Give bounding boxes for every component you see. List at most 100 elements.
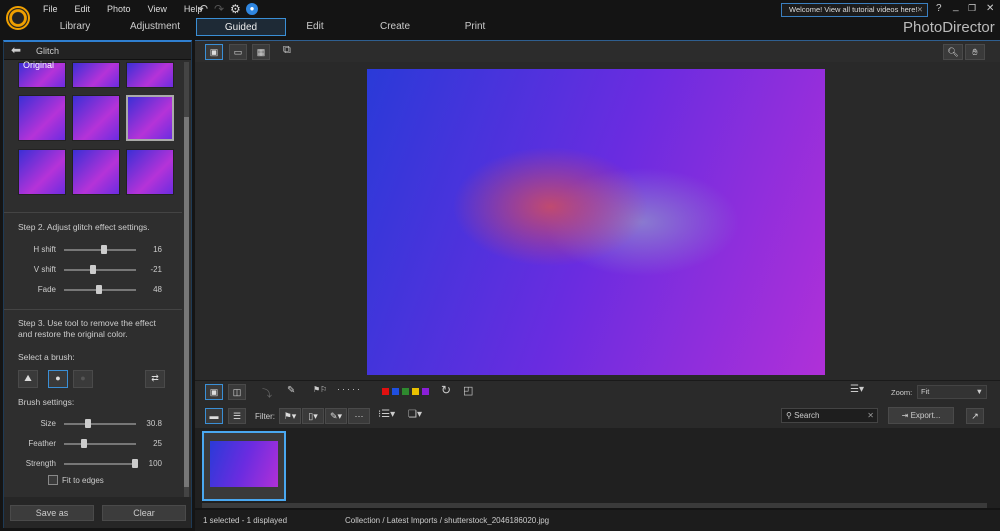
export-icon: ⇥ [901, 411, 909, 420]
list-view-button[interactable]: ☰ [228, 408, 246, 424]
crop-icon[interactable]: ◰ [463, 384, 473, 397]
preset-thumb[interactable] [126, 149, 174, 195]
effect-slider[interactable] [64, 265, 136, 274]
photo[interactable] [367, 69, 825, 375]
screen-mode-icon[interactable]: ⧉ [283, 44, 291, 57]
menu-view[interactable]: View [148, 4, 167, 14]
fit-edges-checkbox[interactable] [48, 475, 58, 485]
filter-edit-button[interactable]: ✎▾ [325, 408, 347, 424]
search-input[interactable]: ⚲ Search ✕ [781, 408, 878, 423]
close-icon[interactable]: ✕ [917, 4, 923, 16]
share-button[interactable]: ↗ [966, 408, 984, 424]
single-display-button[interactable]: ▣ [205, 384, 223, 400]
scrollbar[interactable] [184, 62, 189, 502]
clear-search-icon[interactable]: ✕ [867, 409, 874, 422]
stack-icon[interactable]: ❏▾ [408, 409, 422, 420]
filter-type-button[interactable]: ▯▾ [302, 408, 324, 424]
sort-order-icon[interactable]: ⁝☰▾ [378, 409, 395, 420]
rotate-icon[interactable]: ↻ [441, 383, 451, 397]
filmstrip-view-button[interactable]: ▬ [205, 408, 223, 424]
color-label-green[interactable] [402, 388, 409, 395]
rating-stars[interactable]: ····· [337, 384, 362, 394]
redo-icon[interactable]: ↷ [214, 2, 224, 16]
eraser-brush-button[interactable]: ● [73, 370, 93, 388]
filmstrip-thumbnail-selected[interactable] [202, 431, 286, 501]
tab-library[interactable]: Library [30, 18, 120, 36]
filter-flag-button[interactable]: ⚑▾ [279, 408, 301, 424]
tab-print[interactable]: Print [430, 18, 520, 36]
rotate-menu-icon[interactable]: ⤵ [262, 385, 272, 400]
preset-thumb[interactable] [18, 95, 66, 141]
invert-mask-button[interactable]: ⇄ [145, 370, 165, 388]
tooltip-text: Welcome! View all tutorial videos here! [789, 5, 918, 14]
slider-handle[interactable] [89, 265, 96, 274]
sort-icon[interactable]: ☰▾ [850, 384, 864, 395]
tutorial-tooltip[interactable]: Welcome! View all tutorial videos here! … [781, 3, 928, 17]
slider-handle[interactable] [101, 245, 108, 254]
brush-slider[interactable] [64, 439, 136, 448]
zoom-value: Fit [921, 387, 930, 396]
color-label-red[interactable] [382, 388, 389, 395]
brush-button[interactable]: ● [48, 370, 68, 388]
effect-label: V shift [33, 265, 56, 274]
step2-label: Step 2. Adjust glitch effect settings. [18, 222, 150, 232]
notification-icon[interactable]: ● [246, 3, 258, 15]
menu-photo[interactable]: Photo [107, 4, 131, 14]
color-label-blue[interactable] [392, 388, 399, 395]
menu-edit[interactable]: Edit [75, 4, 91, 14]
brush-value: 100 [148, 459, 162, 468]
hand-tool-button[interactable]: ✋︎ [965, 44, 985, 60]
effect-value: -21 [150, 265, 162, 274]
minimize-icon[interactable]: _ [953, 1, 959, 12]
edit-icon[interactable]: ✎ [287, 385, 295, 396]
clear-button[interactable]: Clear [102, 505, 186, 521]
restore-icon[interactable]: ❐ [968, 3, 976, 14]
tab-create[interactable]: Create [350, 18, 440, 36]
menu-file[interactable]: File [43, 4, 58, 14]
color-label-purple[interactable] [422, 388, 429, 395]
divider [4, 309, 182, 310]
preset-thumb[interactable] [72, 62, 120, 88]
tab-adjustment[interactable]: Adjustment [110, 18, 200, 36]
preset-thumb-selected[interactable] [126, 95, 174, 141]
panel-title: Glitch [36, 46, 60, 56]
back-arrow-icon[interactable]: ⬅ [11, 43, 21, 57]
preset-thumb[interactable] [18, 149, 66, 195]
filter-rating-button[interactable]: ··· [348, 408, 370, 424]
brush-value: 30.8 [146, 419, 162, 428]
export-button[interactable]: ⇥ Export... [888, 407, 954, 424]
filmstrip-scrollbar[interactable] [202, 503, 987, 508]
single-view-button[interactable]: ▣ [205, 44, 223, 60]
preset-thumb[interactable] [72, 149, 120, 195]
preset-thumb[interactable] [72, 95, 120, 141]
slider-handle[interactable] [81, 439, 87, 448]
panel-header: ⬅ Glitch [4, 42, 191, 60]
zoom-tool-button[interactable]: 🔍︎ [943, 44, 963, 60]
effect-value: 48 [153, 285, 162, 294]
app-logo[interactable] [6, 6, 30, 30]
flag-icon[interactable]: ⚑⚐ [313, 385, 327, 394]
preset-thumb[interactable] [126, 62, 174, 88]
status-bar [195, 510, 1000, 531]
slider-handle[interactable] [85, 419, 92, 428]
effect-slider[interactable] [64, 285, 136, 294]
divider [4, 212, 182, 213]
window-close-icon[interactable]: ✕ [986, 3, 994, 14]
help-icon[interactable]: ? [936, 3, 942, 14]
settings-icon[interactable]: ⚙ [230, 2, 241, 16]
color-label-yellow[interactable] [412, 388, 419, 395]
dual-display-button[interactable]: ◫ [228, 384, 246, 400]
brand-name: PhotoDirector [903, 19, 995, 36]
slider-handle[interactable] [95, 285, 102, 294]
compare-view-button[interactable]: ▭ [229, 44, 247, 60]
zoom-select[interactable]: Fit ▼ [917, 385, 987, 399]
brush-slider[interactable] [64, 459, 138, 468]
undo-icon[interactable]: ↶ [198, 2, 208, 16]
original-label: Original [23, 60, 55, 70]
auto-brush-button[interactable]: ⛰ [18, 370, 38, 388]
grid-view-button[interactable]: ▦ [252, 44, 270, 60]
tab-edit[interactable]: Edit [270, 18, 360, 36]
save-as-button[interactable]: Save as [10, 505, 94, 521]
brush-slider[interactable] [64, 419, 136, 428]
effect-slider[interactable] [64, 245, 136, 254]
